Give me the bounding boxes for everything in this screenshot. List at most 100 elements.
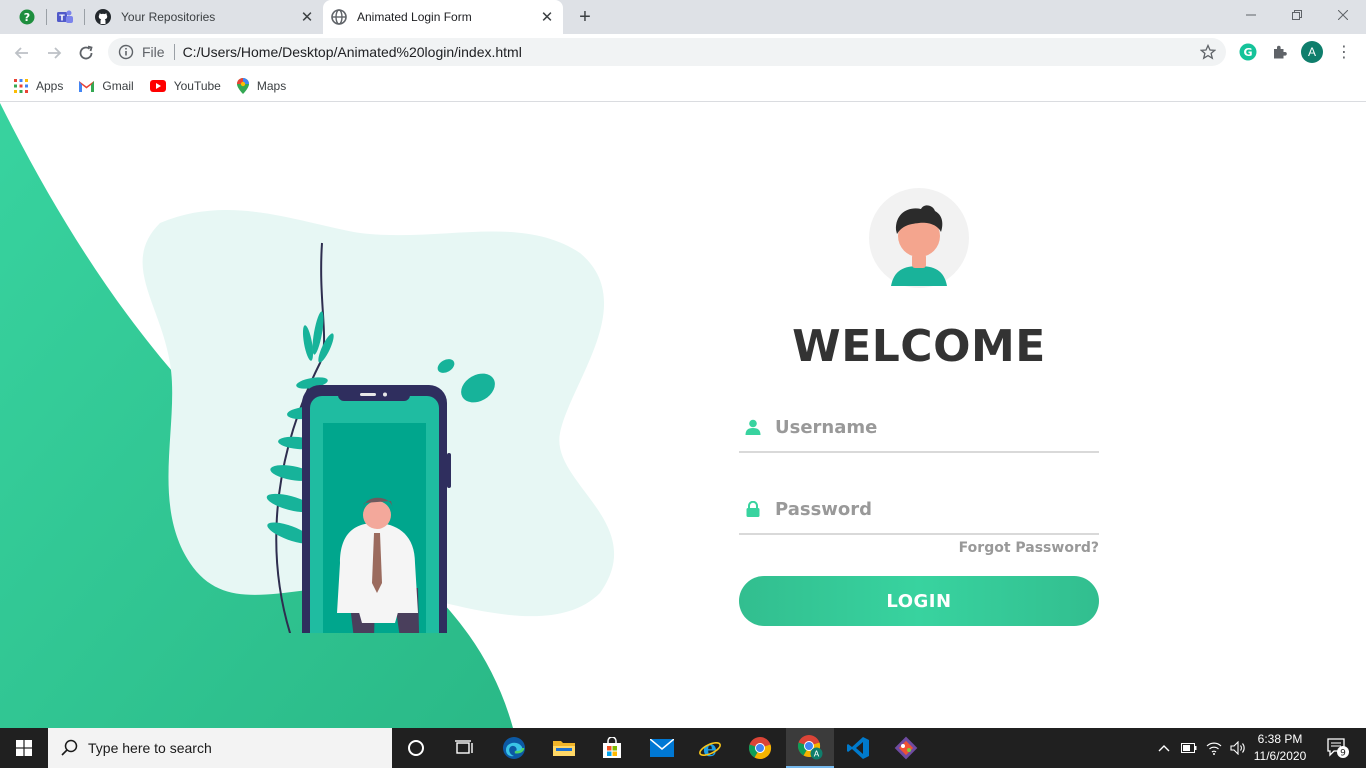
- battery-icon[interactable]: [1178, 728, 1200, 768]
- grammarly-extension[interactable]: G: [1237, 41, 1259, 63]
- folder-icon: [553, 741, 575, 756]
- pinned-tab-1[interactable]: ?: [12, 0, 42, 34]
- pinned-tab-2[interactable]: T: [50, 0, 80, 34]
- bookmark-label: Maps: [256, 79, 287, 93]
- windows-logo-icon: [16, 740, 32, 756]
- question-badge-icon: ?: [19, 9, 35, 25]
- phone-illustration: [142, 210, 615, 633]
- forgot-password-link[interactable]: Forgot Password?: [959, 540, 1099, 556]
- chrome-profile-app[interactable]: A: [786, 728, 834, 768]
- bookmark-label: Apps: [36, 79, 64, 93]
- vscode-app[interactable]: [834, 728, 882, 768]
- apps-grid-icon: [14, 79, 28, 93]
- edge-app[interactable]: [490, 728, 538, 768]
- edge-icon: [503, 737, 525, 759]
- bookmark-gmail[interactable]: Gmail: [79, 79, 134, 93]
- username-input[interactable]: [775, 416, 1075, 438]
- login-button[interactable]: LOGIN: [739, 576, 1099, 626]
- action-center-button[interactable]: 9: [1316, 728, 1360, 768]
- arrow-left-icon: [14, 47, 28, 59]
- page-content: WELCOME Forgot Password? LOGIN: [0, 103, 1366, 728]
- bookmark-maps[interactable]: Maps: [236, 78, 287, 94]
- minimize-button[interactable]: [1228, 0, 1274, 30]
- task-view-icon: [455, 740, 473, 754]
- menu-kebab-icon[interactable]: ⋮: [1333, 41, 1355, 63]
- store-bag-icon: [603, 737, 621, 758]
- reload-icon: [79, 45, 93, 60]
- grammarly-icon: G: [1239, 43, 1257, 61]
- mail-app[interactable]: [638, 728, 686, 768]
- svg-text:9: 9: [1340, 749, 1346, 759]
- puzzle-icon: [1274, 45, 1287, 59]
- password-input[interactable]: [775, 498, 1075, 520]
- tab-your-repositories[interactable]: Your Repositories ✕: [87, 0, 323, 34]
- svg-text:A: A: [814, 750, 820, 759]
- close-icon[interactable]: ✕: [299, 9, 315, 26]
- tray-chevron-icon[interactable]: [1152, 728, 1176, 768]
- svg-text:T: T: [59, 14, 65, 23]
- chrome-icon: [748, 737, 772, 760]
- profile-avatar[interactable]: A: [1301, 41, 1323, 63]
- info-icon[interactable]: [118, 44, 134, 60]
- forward-button[interactable]: [40, 39, 68, 67]
- welcome-title: WELCOME: [792, 321, 1046, 372]
- chrome-profile-icon: A: [797, 735, 823, 760]
- task-view-button[interactable]: [440, 728, 488, 768]
- search-icon: [61, 739, 78, 756]
- gitkraken-app[interactable]: [882, 728, 930, 768]
- mail-icon: [650, 739, 674, 757]
- url-text[interactable]: C:/Users/Home/Desktop/Animated%20login/i…: [183, 44, 522, 60]
- tab-strip: ? T Your Repositories ✕ Animated Login F…: [0, 0, 1366, 34]
- back-button[interactable]: [8, 39, 36, 67]
- tab-animated-login-form[interactable]: Animated Login Form ✕: [323, 0, 563, 34]
- volume-icon[interactable]: [1227, 728, 1249, 768]
- password-field[interactable]: [739, 485, 1099, 535]
- bookmark-star-icon[interactable]: [1200, 44, 1216, 60]
- git-tool-icon: [894, 736, 918, 760]
- minimize-icon: [1246, 14, 1256, 16]
- start-button[interactable]: [0, 728, 48, 768]
- new-tab-button[interactable]: +: [574, 6, 596, 28]
- windows-taskbar: Type here to search e A 6:38 PM 11/6/202…: [0, 728, 1366, 768]
- restore-button[interactable]: [1274, 0, 1320, 30]
- bookmarks-bar: Apps Gmail YouTube Maps: [0, 71, 1366, 102]
- gmail-icon: [79, 81, 95, 92]
- svg-text:e: e: [703, 736, 717, 760]
- lock-icon: [743, 499, 763, 519]
- url-scheme-label: File: [142, 44, 165, 60]
- omnibox-divider: [173, 44, 175, 60]
- close-window-button[interactable]: [1320, 0, 1366, 30]
- globe-icon: [331, 9, 347, 25]
- maps-pin-icon: [236, 78, 249, 94]
- chrome-app[interactable]: [736, 728, 784, 768]
- bookmark-label: YouTube: [173, 79, 221, 93]
- system-clock[interactable]: 6:38 PM 11/6/2020: [1252, 731, 1308, 765]
- github-icon: [95, 9, 111, 25]
- reload-button[interactable]: [72, 39, 100, 67]
- wifi-icon[interactable]: [1203, 728, 1225, 768]
- svg-text:G: G: [1243, 46, 1252, 59]
- close-icon[interactable]: ✕: [539, 9, 555, 26]
- username-field[interactable]: [739, 403, 1099, 453]
- browser-toolbar: File C:/Users/Home/Desktop/Animated%20lo…: [0, 34, 1366, 71]
- file-explorer-app[interactable]: [540, 728, 588, 768]
- taskbar-search[interactable]: Type here to search: [48, 728, 392, 768]
- tab-title: Animated Login Form: [357, 10, 472, 24]
- bookmark-youtube[interactable]: YouTube: [149, 79, 221, 93]
- clock-date: 11/6/2020: [1253, 749, 1307, 763]
- user-icon: [743, 417, 763, 437]
- tab-separator: [84, 9, 85, 25]
- bookmark-apps[interactable]: Apps: [14, 79, 63, 93]
- extensions-button[interactable]: [1269, 41, 1291, 63]
- tab-title: Your Repositories: [121, 10, 216, 24]
- address-bar[interactable]: File C:/Users/Home/Desktop/Animated%20lo…: [108, 38, 1226, 66]
- cortana-button[interactable]: [392, 728, 440, 768]
- user-avatar-icon: [869, 188, 969, 288]
- bookmark-label: Gmail: [102, 79, 134, 93]
- arrow-right-icon: [48, 47, 62, 59]
- vscode-icon: [847, 737, 869, 759]
- internet-explorer-app[interactable]: e: [686, 728, 734, 768]
- search-placeholder: Type here to search: [88, 740, 212, 756]
- restore-icon: [1292, 10, 1302, 20]
- microsoft-store-app[interactable]: [588, 728, 636, 768]
